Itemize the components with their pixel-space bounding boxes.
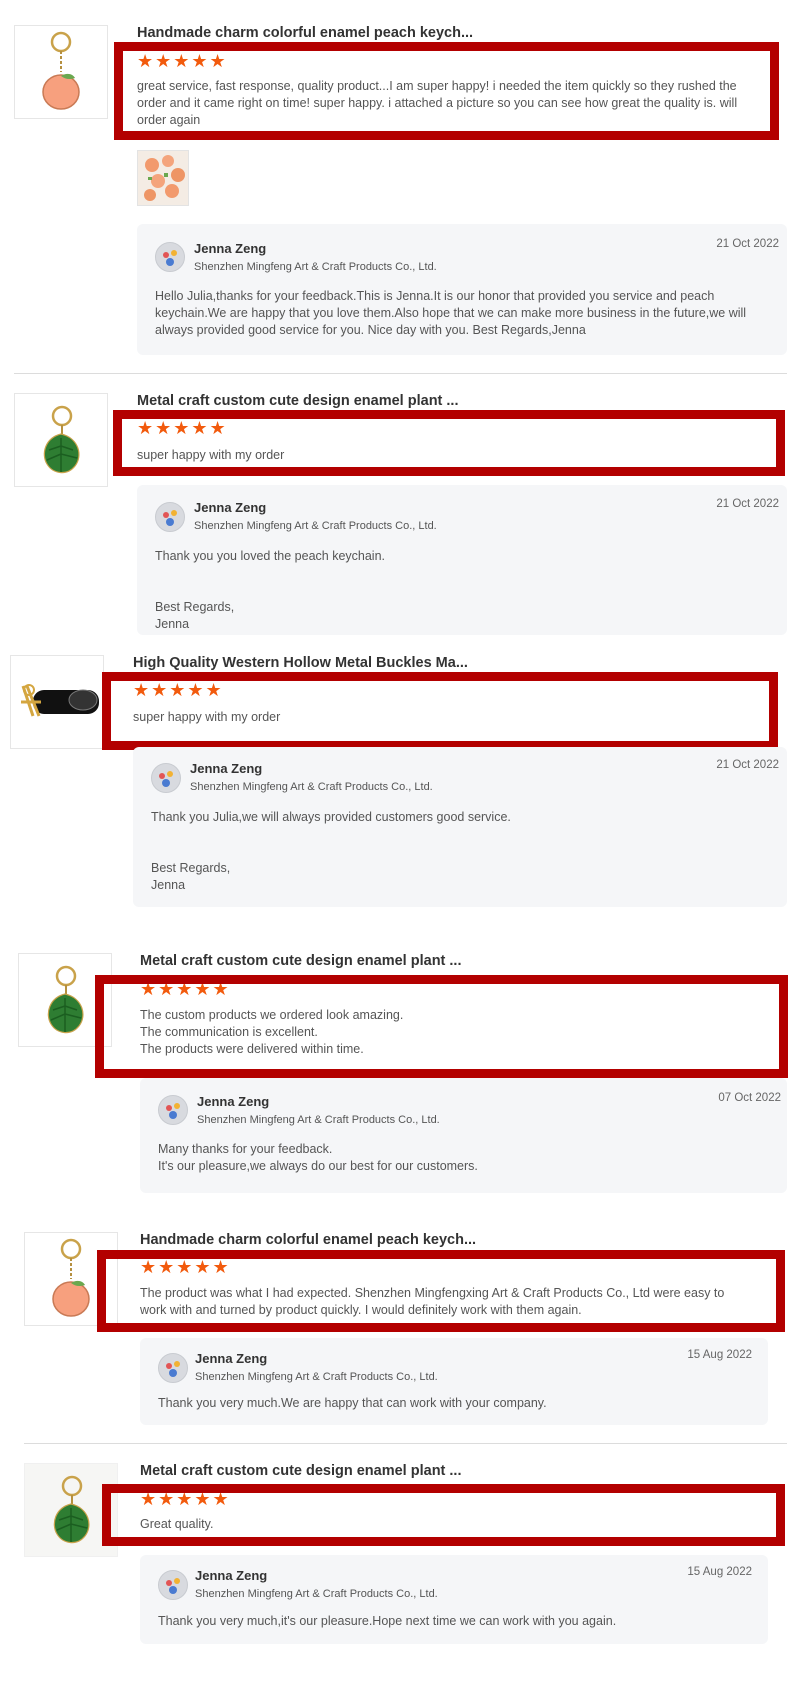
peach-keychain-icon [42, 31, 80, 110]
supplier-company: Shenzhen Mingfeng Art & Craft Products C… [190, 781, 433, 793]
reply-date: 21 Oct 2022 [716, 498, 779, 510]
reply-date: 07 Oct 2022 [718, 1092, 781, 1104]
review-divider [14, 373, 787, 374]
supplier-avatar [155, 502, 185, 532]
supplier-reply: Jenna Zeng Shenzhen Mingfeng Art & Craft… [140, 1338, 768, 1425]
product-title[interactable]: Handmade charm colorful enamel peach key… [140, 1232, 476, 1248]
highlight-box [113, 410, 785, 476]
supplier-name: Jenna Zeng [194, 500, 267, 515]
reply-date: 15 Aug 2022 [687, 1566, 752, 1578]
supplier-avatar [158, 1353, 188, 1383]
supplier-reply: Jenna Zeng Shenzhen Mingfeng Art & Craft… [133, 747, 787, 907]
highlight-box [102, 1484, 785, 1546]
monstera-keychain-icon [43, 405, 80, 474]
highlight-box [114, 42, 779, 140]
supplier-company: Shenzhen Mingfeng Art & Craft Products C… [197, 1114, 440, 1126]
supplier-reply: Jenna Zeng Shenzhen Mingfeng Art & Craft… [140, 1078, 787, 1193]
supplier-avatar [158, 1095, 188, 1125]
supplier-company: Shenzhen Mingfeng Art & Craft Products C… [195, 1588, 438, 1600]
product-thumbnail-belt[interactable] [10, 655, 104, 749]
product-thumbnail-leaf[interactable] [14, 393, 108, 487]
supplier-avatar [158, 1570, 188, 1600]
avatar-icon [166, 1103, 180, 1119]
highlight-box [95, 975, 788, 1078]
reply-text: Hello Julia,thanks for your feedback.Thi… [155, 289, 747, 337]
supplier-company: Shenzhen Mingfeng Art & Craft Products C… [194, 520, 437, 532]
avatar-icon [163, 510, 177, 526]
product-title[interactable]: Metal craft custom cute design enamel pl… [140, 953, 462, 969]
supplier-name: Jenna Zeng [197, 1094, 270, 1109]
product-title[interactable]: High Quality Western Hollow Metal Buckle… [133, 655, 468, 671]
product-title[interactable]: Handmade charm colorful enamel peach key… [137, 25, 473, 41]
avatar-icon [166, 1361, 180, 1377]
supplier-reply: Jenna Zeng Shenzhen Mingfeng Art & Craft… [137, 485, 787, 635]
reply-text: Thank you Julia,we will always provided … [151, 810, 511, 892]
product-thumbnail-peach[interactable] [14, 25, 108, 119]
avatar-icon [163, 250, 177, 266]
supplier-company: Shenzhen Mingfeng Art & Craft Products C… [194, 261, 437, 273]
product-title[interactable]: Metal craft custom cute design enamel pl… [140, 1463, 462, 1479]
supplier-reply: Jenna Zeng Shenzhen Mingfeng Art & Craft… [137, 224, 787, 355]
product-title[interactable]: Metal craft custom cute design enamel pl… [137, 393, 459, 409]
supplier-name: Jenna Zeng [194, 241, 267, 256]
avatar-icon [159, 771, 173, 787]
supplier-company: Shenzhen Mingfeng Art & Craft Products C… [195, 1371, 438, 1383]
reply-date: 15 Aug 2022 [687, 1349, 752, 1361]
reply-text: Thank you very much.We are happy that ca… [158, 1396, 547, 1410]
reply-date: 21 Oct 2022 [716, 238, 779, 250]
supplier-name: Jenna Zeng [195, 1351, 268, 1366]
reply-text: Many thanks for your feedback. It's our … [158, 1142, 478, 1173]
supplier-name: Jenna Zeng [195, 1568, 268, 1583]
supplier-name: Jenna Zeng [190, 761, 263, 776]
review-photo[interactable] [137, 150, 189, 206]
highlight-box [97, 1250, 785, 1332]
reply-text: Thank you you loved the peach keychain. … [155, 549, 386, 631]
supplier-avatar [155, 242, 185, 272]
avatar-icon [166, 1578, 180, 1594]
reply-date: 21 Oct 2022 [716, 759, 779, 771]
review-divider [24, 1443, 787, 1444]
highlight-box [102, 672, 778, 750]
supplier-reply: Jenna Zeng Shenzhen Mingfeng Art & Craft… [140, 1555, 768, 1644]
belt-buckle-icon [21, 684, 99, 717]
peach-photo-icon [138, 151, 188, 205]
reply-text: Thank you very much,it's our pleasure.Ho… [158, 1614, 617, 1628]
supplier-avatar [151, 763, 181, 793]
